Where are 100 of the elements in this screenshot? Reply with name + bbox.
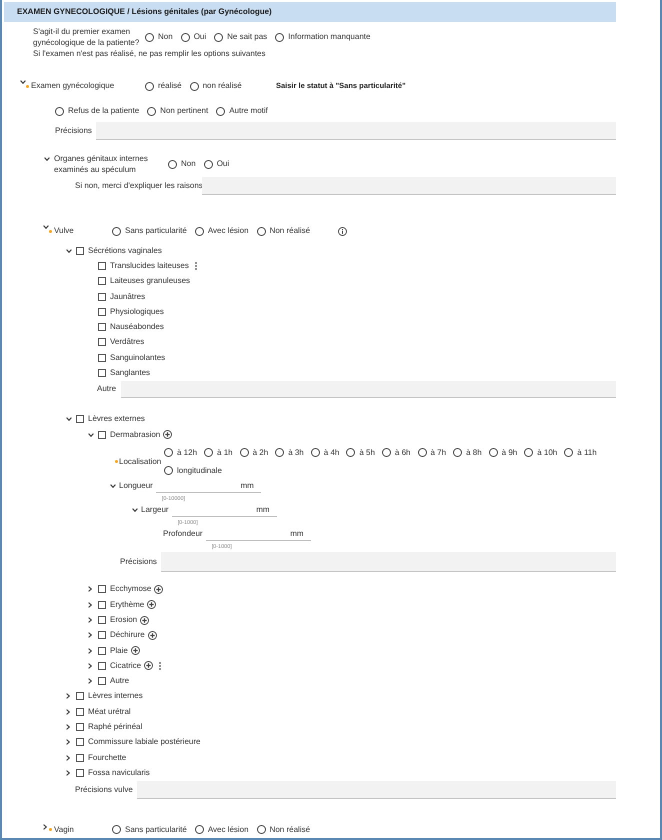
chevron-right-icon[interactable]: [88, 617, 92, 623]
chevron-right-icon[interactable]: [66, 739, 70, 746]
plus-circle-icon[interactable]: [144, 661, 154, 670]
chevron-right-icon[interactable]: [88, 632, 92, 638]
chevron-right-icon[interactable]: [88, 586, 92, 592]
checkbox-option[interactable]: Dermabrasion: [98, 430, 160, 439]
chevron-down-icon[interactable]: [66, 417, 72, 422]
chevron-right-icon[interactable]: [66, 693, 70, 700]
plus-circle-icon[interactable]: [163, 430, 172, 440]
chevron-right-icon[interactable]: [66, 724, 70, 730]
checkbox-option[interactable]: Nauséabondes: [98, 323, 164, 332]
chevron-down-icon[interactable]: [44, 157, 50, 161]
checkbox-option[interactable]: Cicatrice: [98, 662, 142, 670]
text-field[interactable]: [121, 380, 616, 398]
radio-option[interactable]: Non réalisé: [256, 226, 310, 236]
radio-option[interactable]: à 6h: [382, 448, 410, 458]
chevron-right-icon[interactable]: [88, 602, 92, 608]
vertical-dots-icon[interactable]: [159, 662, 162, 670]
checkbox-option[interactable]: Sanguinolantes: [98, 354, 166, 362]
field-label: Précisions: [120, 556, 157, 566]
radio-option[interactable]: réalisé: [145, 82, 182, 90]
chevron-right-icon[interactable]: [66, 708, 70, 715]
radio-option[interactable]: Non: [168, 160, 196, 168]
radio-option[interactable]: Sans particularité: [112, 226, 187, 236]
plus-circle-icon[interactable]: [140, 616, 150, 624]
checkbox-option[interactable]: Erosion: [98, 616, 138, 624]
chevron-down-icon[interactable]: [20, 80, 26, 84]
radio-option[interactable]: Information manquante: [275, 32, 370, 42]
field-label: Si non, merci d'expliquer les raisons: [75, 181, 203, 190]
radio-option[interactable]: Non pertinent: [147, 106, 208, 116]
checkbox-option[interactable]: Autre: [98, 677, 130, 686]
radio-option[interactable]: Non réalisé: [256, 825, 310, 834]
checkbox-option[interactable]: Jaunâtres: [98, 292, 146, 301]
plus-circle-icon[interactable]: [154, 584, 164, 594]
chevron-right-icon[interactable]: [66, 770, 70, 776]
radio-option[interactable]: à 2h: [240, 448, 268, 458]
checkbox-option[interactable]: Lèvres externes: [76, 415, 145, 424]
chevron-right-icon[interactable]: [88, 648, 92, 654]
radio-option[interactable]: à 10h: [524, 448, 558, 458]
checkbox-option[interactable]: Méat urétral: [76, 708, 131, 716]
unit-label: mm: [240, 482, 254, 490]
radio-option[interactable]: Avec lésion: [194, 226, 249, 236]
checkbox-option[interactable]: Lèvres internes: [76, 692, 143, 700]
checkbox-option[interactable]: Laiteuses granuleuses: [98, 277, 190, 286]
plus-circle-icon[interactable]: [147, 600, 156, 610]
field-label: Vagin: [54, 824, 74, 834]
checkbox-option[interactable]: Sécrétions vaginales: [76, 246, 162, 255]
radio-option[interactable]: à 7h: [418, 448, 446, 458]
radio-option[interactable]: Ne sait pas: [214, 32, 268, 42]
radio-option[interactable]: Avec lésion: [194, 825, 249, 834]
vertical-dots-icon[interactable]: [194, 262, 197, 270]
checkbox-option[interactable]: Ecchymose: [98, 585, 152, 594]
chevron-right-icon[interactable]: [88, 678, 92, 684]
radio-option[interactable]: Sans particularité: [112, 825, 187, 834]
chevron-right-icon[interactable]: [43, 824, 47, 830]
radio-option[interactable]: à 1h: [204, 448, 233, 458]
checkbox-option[interactable]: Fourchette: [76, 754, 126, 762]
radio-option[interactable]: à 4h: [310, 448, 340, 458]
chevron-right-icon[interactable]: [66, 754, 70, 761]
radio-option[interactable]: Oui: [180, 32, 206, 42]
checkbox-option[interactable]: Verdâtres: [98, 338, 144, 346]
radio-option[interactable]: Non: [145, 32, 173, 42]
question-label: S'agit-il du premier examen gynécologique de la patiente?: [33, 26, 140, 48]
radio-option[interactable]: à 9h: [488, 448, 518, 458]
chevron-right-icon[interactable]: [88, 662, 92, 669]
checkbox-option[interactable]: Translucides laiteuses: [98, 262, 189, 270]
radio-option[interactable]: Refus de la patiente: [55, 106, 140, 116]
field-label: Vulve: [54, 226, 74, 235]
radio-option[interactable]: Oui: [204, 160, 230, 168]
radio-option[interactable]: Autre motif: [216, 106, 268, 116]
radio-option[interactable]: à 8h: [453, 448, 482, 458]
plus-circle-icon[interactable]: [148, 630, 157, 640]
checkbox-option[interactable]: Commissure labiale postérieure: [76, 738, 200, 746]
chevron-down-icon[interactable]: [66, 248, 72, 253]
radio-option[interactable]: non réalisé: [190, 82, 242, 90]
info-icon[interactable]: [338, 226, 347, 236]
checkbox-option[interactable]: Sanglantes: [98, 369, 150, 378]
chevron-down-icon[interactable]: [132, 508, 138, 512]
radio-option[interactable]: à 5h: [346, 448, 375, 458]
checkbox-option[interactable]: Erythème: [98, 600, 144, 609]
chevron-down-icon[interactable]: [110, 484, 116, 488]
radio-option[interactable]: longitudinale: [164, 466, 222, 476]
checkbox-option[interactable]: Physiologiques: [98, 308, 164, 316]
number-field[interactable]: mm: [206, 528, 311, 541]
text-field[interactable]: [202, 177, 616, 195]
text-field[interactable]: [137, 780, 616, 799]
checkbox-option[interactable]: Déchirure: [98, 631, 145, 640]
chevron-down-icon[interactable]: [88, 432, 94, 437]
plus-circle-icon[interactable]: [130, 646, 140, 656]
radio-option[interactable]: à 3h: [275, 448, 304, 458]
text-field[interactable]: [96, 122, 616, 140]
chevron-down-icon[interactable]: [43, 225, 49, 229]
checkbox-option[interactable]: Plaie: [98, 646, 128, 655]
radio-option[interactable]: à 11h: [564, 448, 597, 458]
checkbox-option[interactable]: Fossa navicularis: [76, 768, 150, 777]
radio-option[interactable]: à 12h: [164, 448, 198, 458]
text-field[interactable]: [161, 552, 616, 572]
checkbox-option[interactable]: Raphé périnéal: [76, 723, 142, 732]
number-field[interactable]: mm: [156, 480, 261, 493]
number-field[interactable]: mm: [172, 504, 277, 517]
